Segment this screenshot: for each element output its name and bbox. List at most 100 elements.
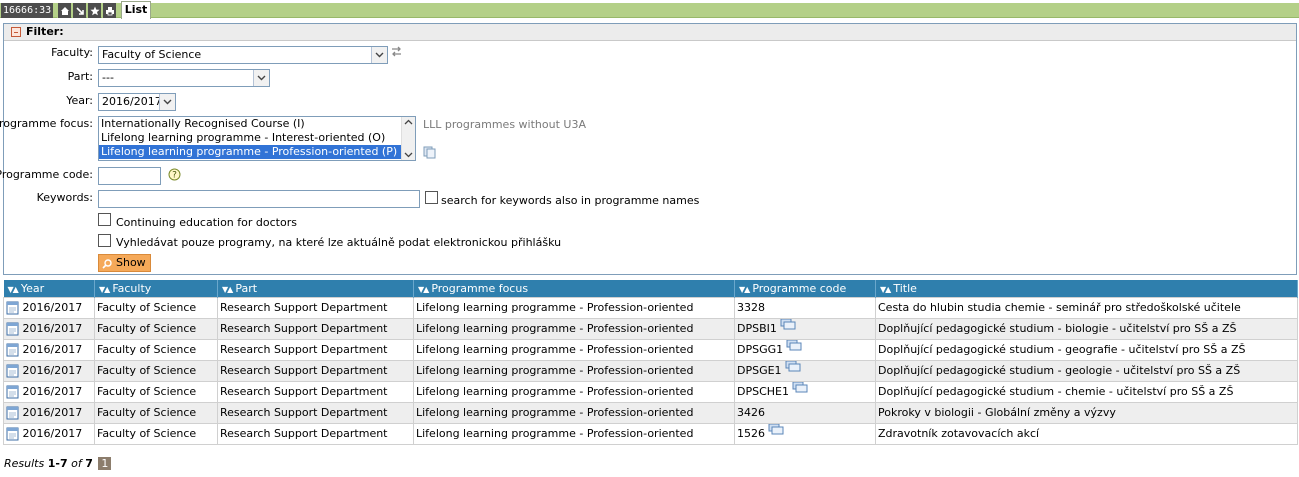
copy-icon[interactable] — [423, 146, 436, 162]
results-table: ▼▲ Year ▼▲ Faculty ▼▲ Part ▼▲ Programme focu… — [3, 280, 1298, 445]
cell-title: Zdravotník zotavovacích akcí — [875, 422, 1298, 445]
table-row[interactable]: 2016/2017 Faculty of Science Research Supp… — [3, 422, 1298, 445]
table-row[interactable]: 2016/2017 Faculty of Science Research Supp… — [3, 317, 1298, 340]
cell-programme-focus: Lifelong learning programme - Profession… — [413, 317, 735, 340]
cell-year: 2016/2017 — [3, 422, 95, 445]
cell-year: 2016/2017 — [3, 380, 95, 403]
programme-group-icon[interactable] — [786, 340, 802, 354]
results-body: 2016/2017 Faculty of Science Research Supp… — [3, 296, 1298, 445]
cell-year: 2016/2017 — [3, 317, 95, 340]
cell-programme-code: DPSBI1 — [734, 317, 876, 340]
results-summary: Results 1-7 of 7 1 — [4, 457, 112, 470]
programme-group-icon[interactable] — [785, 361, 801, 375]
programme-group-icon[interactable] — [780, 319, 796, 333]
cell-faculty: Faculty of Science — [94, 422, 218, 445]
sort-arrows-icon[interactable]: ▼▲ — [99, 285, 110, 294]
column-header-programme-focus[interactable]: ▼▲ Programme focus — [413, 280, 735, 297]
column-header-faculty[interactable]: ▼▲ Faculty — [94, 280, 218, 297]
cell-part: Research Support Department — [217, 317, 414, 340]
cell-faculty: Faculty of Science — [94, 296, 218, 319]
filter-title: Filter: — [26, 25, 64, 38]
faculty-select[interactable]: Faculty of Science — [98, 46, 388, 64]
document-icon[interactable] — [6, 406, 19, 419]
table-row[interactable]: 2016/2017 Faculty of Science Research Supp… — [3, 338, 1298, 361]
sort-arrows-icon[interactable]: ▼▲ — [418, 285, 429, 294]
swap-icon[interactable] — [391, 46, 402, 61]
year-value: 2016/2017 — [102, 95, 162, 108]
listbox-scrollbar[interactable] — [401, 117, 415, 160]
chevron-down-icon — [253, 70, 269, 86]
sort-arrows-icon[interactable]: ▼▲ — [8, 285, 19, 294]
cell-year: 2016/2017 — [3, 401, 95, 424]
cell-programme-code: DPSGE1 — [734, 359, 876, 382]
cell-faculty: Faculty of Science — [94, 359, 218, 382]
programme-focus-listbox[interactable]: Internationally Recognised Course (I) Li… — [98, 116, 416, 161]
document-icon[interactable] — [6, 301, 19, 314]
home-icon[interactable] — [57, 3, 71, 18]
cell-year: 2016/2017 — [3, 296, 95, 319]
svg-text:?: ? — [172, 171, 177, 181]
cell-part: Research Support Department — [217, 338, 414, 361]
cell-programme-focus: Lifelong learning programme - Profession… — [413, 359, 735, 382]
cell-programme-code: 3426 — [734, 401, 876, 424]
cell-title: Doplňující pedagogické studium - biologi… — [875, 317, 1298, 340]
cell-faculty: Faculty of Science — [94, 401, 218, 424]
cell-faculty: Faculty of Science — [94, 380, 218, 403]
document-icon[interactable] — [6, 322, 19, 335]
keywords-also-names-label: search for keywords also in programme na… — [441, 194, 700, 207]
help-icon[interactable]: ? — [168, 168, 181, 184]
cell-programme-code: DPSCHE1 — [734, 380, 876, 403]
sort-arrows-icon[interactable]: ▼▲ — [880, 285, 891, 294]
faculty-value: Faculty of Science — [102, 48, 202, 61]
cell-programme-focus: Lifelong learning programme - Profession… — [413, 380, 735, 403]
programme-focus-option-selected[interactable]: Lifelong learning programme - Profession… — [99, 145, 415, 159]
cell-programme-code: DPSGG1 — [734, 338, 876, 361]
programme-focus-option[interactable]: Internationally Recognised Course (I) — [99, 117, 415, 131]
document-icon[interactable] — [6, 427, 19, 440]
electronic-application-checkbox[interactable] — [98, 234, 111, 247]
programme-group-icon[interactable] — [768, 424, 784, 438]
tab-list[interactable]: List — [121, 1, 151, 19]
keywords-input[interactable] — [98, 190, 420, 208]
faculty-label: Faculty: — [51, 46, 93, 59]
cell-title: Pokroky v biologii - Globální změny a vý… — [875, 401, 1298, 424]
table-row[interactable]: 2016/2017 Faculty of Science Research Supp… — [3, 380, 1298, 403]
part-label: Part: — [67, 70, 93, 83]
programme-focus-option[interactable]: Lifelong learning programme - Interest-o… — [99, 131, 415, 145]
cell-programme-code: 3328 — [734, 296, 876, 319]
column-header-title[interactable]: ▼▲ Title — [875, 280, 1298, 297]
table-row[interactable]: 2016/2017 Faculty of Science Research Supp… — [3, 296, 1298, 319]
part-select[interactable]: --- — [98, 69, 270, 87]
cell-programme-focus: Lifelong learning programme - Profession… — [413, 401, 735, 424]
document-icon[interactable] — [6, 343, 19, 356]
column-header-part[interactable]: ▼▲ Part — [217, 280, 414, 297]
cell-part: Research Support Department — [217, 380, 414, 403]
top-bar: 16666:33 List — [0, 0, 1299, 19]
programme-group-icon[interactable] — [792, 382, 808, 396]
cell-title: Doplňující pedagogické studium - geograf… — [875, 338, 1298, 361]
sort-arrows-icon[interactable]: ▼▲ — [739, 285, 750, 294]
arrow-down-right-icon[interactable] — [72, 3, 86, 18]
programme-code-label: Programme code: — [0, 168, 93, 181]
column-header-year[interactable]: ▼▲ Year — [3, 280, 95, 297]
year-select[interactable]: 2016/2017 — [98, 93, 176, 111]
collapse-icon[interactable] — [11, 27, 21, 37]
print-icon[interactable] — [102, 3, 116, 18]
table-row[interactable]: 2016/2017 Faculty of Science Research Supp… — [3, 359, 1298, 382]
part-value: --- — [102, 71, 114, 84]
keywords-also-names-checkbox[interactable] — [425, 191, 438, 204]
chevron-down-icon — [371, 47, 387, 63]
filter-header[interactable]: Filter: — [4, 24, 1296, 41]
show-button[interactable]: Show — [98, 254, 151, 272]
programme-code-input[interactable] — [98, 167, 161, 185]
page-1-link[interactable]: 1 — [98, 457, 112, 470]
chevron-down-icon — [159, 94, 175, 110]
document-icon[interactable] — [6, 385, 19, 398]
star-icon[interactable] — [87, 3, 101, 18]
document-icon[interactable] — [6, 364, 19, 377]
column-header-programme-code[interactable]: ▼▲ Programme code — [734, 280, 876, 297]
filter-panel: Filter: Faculty: Faculty of Science Part… — [0, 23, 1297, 275]
sort-arrows-icon[interactable]: ▼▲ — [222, 285, 233, 294]
table-row[interactable]: 2016/2017 Faculty of Science Research Supp… — [3, 401, 1298, 424]
continuing-education-checkbox[interactable] — [98, 213, 111, 226]
